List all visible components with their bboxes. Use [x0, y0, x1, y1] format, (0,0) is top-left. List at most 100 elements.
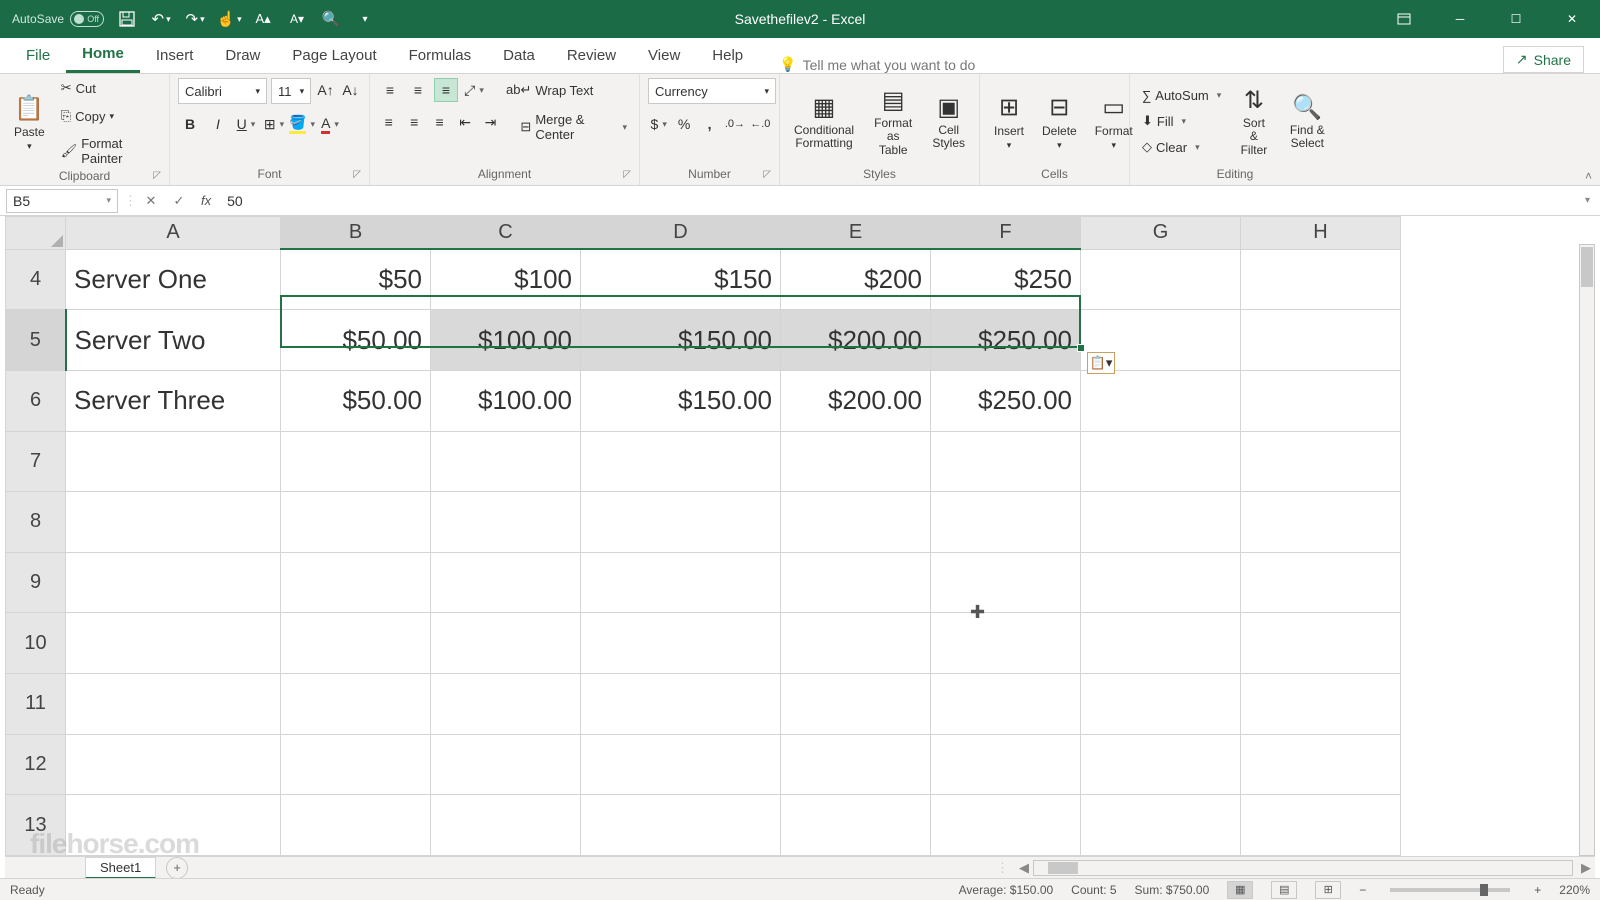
copy-button[interactable]: ⎘Copy▾	[57, 106, 161, 126]
borders-button[interactable]: ⊞	[262, 112, 286, 136]
cell[interactable]	[931, 674, 1081, 735]
tab-formulas[interactable]: Formulas	[393, 37, 488, 73]
find-select-button[interactable]: 🔍Find & Select	[1283, 78, 1332, 165]
wrap-text-button[interactable]: ab↵Wrap Text	[502, 78, 597, 102]
paste-options-icon[interactable]: 📋▾	[1087, 352, 1115, 374]
enter-formula-icon[interactable]: ✓	[165, 193, 193, 209]
shrink-font-icon[interactable]: A↓	[340, 78, 361, 102]
cell[interactable]	[281, 431, 431, 492]
tab-review[interactable]: Review	[551, 37, 632, 73]
cell[interactable]	[1081, 674, 1241, 735]
increase-indent-icon[interactable]: ⇥	[480, 110, 501, 134]
redo-icon[interactable]: ↷▾	[184, 8, 206, 30]
cell[interactable]	[281, 613, 431, 674]
row-header[interactable]: 8	[6, 492, 66, 553]
delete-cells-button[interactable]: ⊟Delete▾	[1036, 78, 1083, 165]
tab-home[interactable]: Home	[66, 37, 140, 73]
cell[interactable]	[781, 431, 931, 492]
row-header[interactable]: 4	[6, 249, 66, 310]
align-right-icon[interactable]: ≡	[429, 110, 450, 134]
align-center-icon[interactable]: ≡	[403, 110, 424, 134]
cell[interactable]	[66, 431, 281, 492]
align-bottom-icon[interactable]: ≡	[434, 78, 458, 102]
maximize-icon[interactable]: ☐	[1488, 0, 1544, 38]
cell[interactable]: $250.00	[931, 310, 1081, 371]
share-button[interactable]: ↗ Share	[1503, 46, 1584, 73]
number-format-select[interactable]: Currency▾	[648, 78, 776, 104]
row-header[interactable]: 6	[6, 370, 66, 431]
formula-input[interactable]: 50	[219, 193, 1575, 209]
cell[interactable]: $50	[281, 249, 431, 310]
font-color-button[interactable]: A	[318, 112, 342, 136]
row-header[interactable]: 11	[6, 674, 66, 735]
comma-format-icon[interactable]: ,	[699, 112, 720, 136]
expand-formula-icon[interactable]: ▾	[1575, 195, 1600, 206]
cell[interactable]	[431, 552, 581, 613]
cell[interactable]	[581, 795, 781, 856]
align-top-icon[interactable]: ≡	[378, 78, 402, 102]
insert-cells-button[interactable]: ⊞Insert▾	[988, 78, 1030, 165]
cell[interactable]	[1241, 249, 1401, 310]
accounting-format-icon[interactable]: $	[648, 112, 669, 136]
fill-handle[interactable]	[1077, 344, 1085, 352]
save-icon[interactable]	[116, 8, 138, 30]
cell[interactable]	[1081, 552, 1241, 613]
cell[interactable]: $150.00	[581, 370, 781, 431]
clipboard-dialog-icon[interactable]: ◸	[153, 170, 161, 181]
cell[interactable]	[1241, 734, 1401, 795]
cell[interactable]	[1241, 370, 1401, 431]
cell[interactable]	[781, 795, 931, 856]
cell[interactable]	[1241, 431, 1401, 492]
cell[interactable]	[581, 431, 781, 492]
cell[interactable]	[1081, 492, 1241, 553]
cell[interactable]	[581, 552, 781, 613]
fx-icon[interactable]: fx	[201, 193, 211, 208]
cell[interactable]	[281, 795, 431, 856]
cell[interactable]	[1081, 613, 1241, 674]
increase-font-icon[interactable]: A▴	[252, 8, 274, 30]
cell[interactable]	[431, 431, 581, 492]
grow-font-icon[interactable]: A↑	[315, 78, 336, 102]
cell[interactable]	[431, 613, 581, 674]
cell[interactable]	[581, 674, 781, 735]
align-middle-icon[interactable]: ≡	[406, 78, 430, 102]
qat-customize-icon[interactable]: ▾	[354, 8, 376, 30]
cell[interactable]	[781, 613, 931, 674]
bold-button[interactable]: B	[178, 112, 202, 136]
cell[interactable]	[781, 674, 931, 735]
conditional-formatting-button[interactable]: ▦Conditional Formatting	[788, 78, 860, 165]
cell[interactable]	[281, 674, 431, 735]
undo-icon[interactable]: ↶▾	[150, 8, 172, 30]
tab-view[interactable]: View	[632, 37, 696, 73]
clear-button[interactable]: ◇Clear	[1138, 137, 1225, 157]
cut-button[interactable]: ✂Cut	[57, 78, 161, 98]
cell[interactable]	[581, 734, 781, 795]
horizontal-scrollbar[interactable]	[1033, 860, 1573, 876]
cell[interactable]: $100	[431, 249, 581, 310]
merge-center-button[interactable]: ⊟Merge & Center	[516, 110, 631, 144]
cell[interactable]	[931, 492, 1081, 553]
column-header[interactable]: H	[1241, 217, 1401, 250]
orientation-icon[interactable]: ⤢	[462, 78, 486, 102]
cell[interactable]	[66, 613, 281, 674]
cell[interactable]	[431, 674, 581, 735]
select-all-corner[interactable]	[6, 217, 66, 250]
row-header[interactable]: 5	[6, 310, 66, 371]
format-painter-button[interactable]: 🖌Format Painter	[57, 134, 161, 168]
tell-me-search[interactable]: 💡 Tell me what you want to do	[779, 56, 975, 73]
tab-data[interactable]: Data	[487, 37, 551, 73]
decrease-indent-icon[interactable]: ⇤	[454, 110, 475, 134]
row-header[interactable]: 9	[6, 552, 66, 613]
cell[interactable]	[281, 734, 431, 795]
cell[interactable]: Server Three	[66, 370, 281, 431]
cell[interactable]	[1241, 674, 1401, 735]
align-left-icon[interactable]: ≡	[378, 110, 399, 134]
number-dialog-icon[interactable]: ◸	[763, 169, 771, 180]
cell[interactable]	[781, 492, 931, 553]
cell[interactable]	[431, 734, 581, 795]
cell[interactable]: Server Two	[66, 310, 281, 371]
cell[interactable]: $200	[781, 249, 931, 310]
cell[interactable]: $150	[581, 249, 781, 310]
cell-styles-button[interactable]: ▣Cell Styles	[926, 78, 971, 165]
cell[interactable]	[1241, 795, 1401, 856]
